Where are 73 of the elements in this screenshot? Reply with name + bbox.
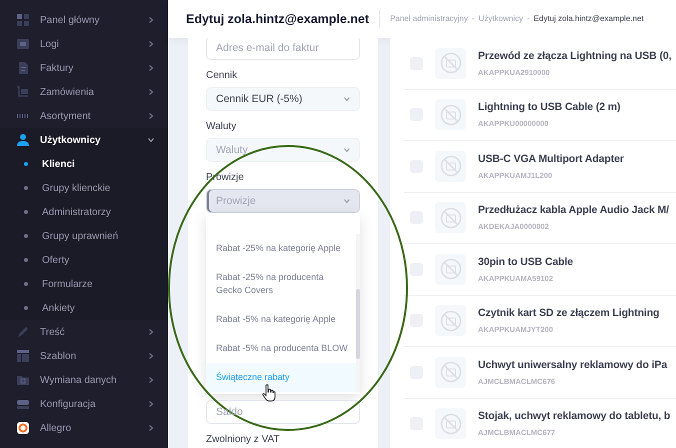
no-image-icon [440, 361, 462, 384]
sidebar-item[interactable]: Treść [0, 320, 168, 344]
sidebar-subitem[interactable]: Formularze [0, 272, 168, 296]
product-name[interactable]: Przedłużacz kabla Apple Audio Jack M/ [478, 203, 669, 219]
field-label: Zwolniony z VAT [206, 433, 281, 448]
folder-icon [16, 373, 30, 387]
input-text[interactable]: Waluty [207, 139, 344, 161]
grid-icon [16, 13, 30, 27]
select-field[interactable]: Prowizje [206, 189, 360, 213]
product-name[interactable]: 30pin to USB Cable [478, 254, 574, 270]
sidebar-item[interactable]: Allegro [0, 416, 168, 440]
chevron-down-icon [344, 147, 350, 153]
sidebar-item[interactable]: Zamówienia [0, 80, 168, 104]
product-name[interactable]: USB-C VGA Multiport Adapter [478, 152, 624, 168]
sidebar-subitem[interactable]: Grupy uprawnień [0, 224, 168, 248]
chevron-right-icon [148, 41, 154, 47]
sidebar-subitem[interactable]: Oferty [0, 248, 168, 272]
chevron-right-icon [148, 65, 154, 71]
dropdown-option[interactable]: Rabat -25% na producenta Gecko Covers [206, 263, 356, 306]
chevron-right-icon [148, 353, 154, 359]
pen-icon [16, 325, 30, 339]
product-name[interactable]: Czytnik kart SD ze złączem Lightning [478, 306, 660, 322]
chevron-right-icon [148, 329, 154, 335]
field-label: Cennik [206, 69, 238, 83]
toggle-icon [16, 397, 30, 411]
no-image-icon [440, 155, 462, 178]
product-name[interactable]: Stojak, uchwyt reklamowy do tabletu, b [478, 409, 670, 425]
product-name[interactable]: Przewód ze złącza Lightning na USB (0, [478, 48, 672, 64]
layout-icon [16, 349, 30, 363]
sidebar-item[interactable]: Logi [0, 32, 168, 56]
document-icon [16, 37, 30, 51]
no-image-icon [440, 412, 462, 435]
dropdown-option[interactable]: Rabat -5% na producenta BLOW [206, 334, 356, 364]
user-icon [16, 133, 30, 147]
product-name[interactable]: Uchwyt uniwersalny reklamowy do iPa [478, 358, 668, 374]
cart-icon [16, 85, 30, 99]
select-field[interactable]: Cennik EUR (-5%) [206, 87, 360, 111]
sidebar-item[interactable]: Wymiana danych [0, 368, 168, 392]
sidebar-item[interactable]: Konfiguracja [0, 392, 168, 416]
chevron-down-icon [148, 137, 154, 143]
no-image-icon [440, 104, 462, 126]
breadcrumb-separator: - [472, 13, 475, 25]
no-image-icon [440, 52, 462, 74]
chevron-down-icon [344, 198, 350, 204]
sidebar-item[interactable]: Szablon [0, 344, 168, 368]
sidebar-subitem[interactable]: Administratorzy [0, 200, 168, 224]
product-name[interactable]: Lightning to USB Cable (2 m) [478, 100, 620, 116]
logo-icon [16, 421, 30, 435]
sidebar-item[interactable]: Użytkownicy [0, 128, 168, 152]
chevron-right-icon [148, 89, 154, 95]
sidebar-item[interactable]: Panel główny [0, 8, 168, 32]
no-image-icon [440, 310, 462, 332]
chevron-right-icon [148, 425, 154, 431]
no-image-icon [440, 258, 462, 280]
chevron-down-icon [344, 96, 350, 102]
breadcrumb-separator: - [527, 13, 530, 25]
sidebar-item[interactable]: Faktury [0, 56, 168, 80]
chevron-right-icon [148, 17, 154, 23]
dropdown-option[interactable]: Rabat -5% na kategorię Apple [206, 305, 356, 334]
input-text[interactable]: Prowizje [207, 190, 344, 212]
dropdown-option[interactable]: Rabat -25% na kategorię Apple [206, 234, 356, 264]
breadcrumb-item: Edytuj zola.hintz@example.net [534, 13, 644, 25]
sidebar-subitem[interactable]: Grupy klienckie [0, 176, 168, 200]
chevron-right-icon [148, 113, 154, 119]
sidebar-item[interactable]: Asortyment [0, 104, 168, 128]
sidebar-subitem[interactable]: Ankiety [0, 296, 168, 320]
chevron-right-icon [148, 377, 154, 383]
chevron-right-icon [148, 401, 154, 407]
no-image-icon [440, 206, 462, 229]
page-title: Edytuj zola.hintz@example.net [186, 10, 370, 28]
input-text[interactable]: Cennik EUR (-5%) [207, 88, 344, 110]
field-label: Waluty [206, 120, 238, 134]
document-icon [16, 61, 30, 75]
